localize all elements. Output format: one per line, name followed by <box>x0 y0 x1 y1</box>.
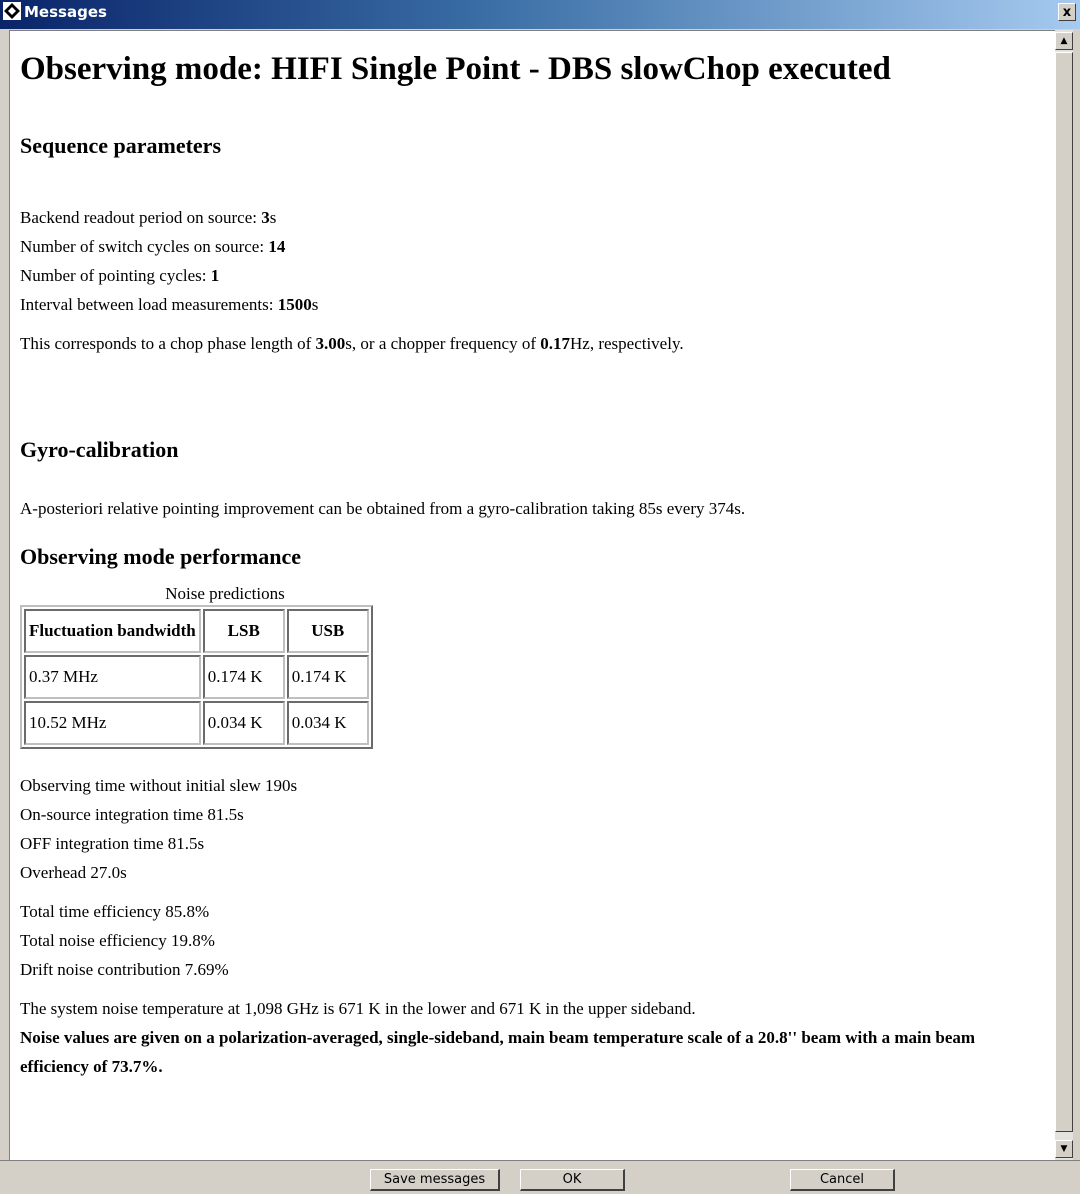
noise-table-caption: Noise predictions <box>165 584 285 603</box>
noise-predictions: Noise predictions Fluctuation bandwidth … <box>20 571 430 749</box>
sequence-parameters: Backend readout period on source: 3s Num… <box>20 203 1056 319</box>
noise-note: Noise values are given on a polarization… <box>20 1028 976 1076</box>
table-cell: 0.37 MHz <box>24 655 201 699</box>
noise-table: Fluctuation bandwidth LSB USB 0.37 MHz 0… <box>20 605 373 749</box>
window-title: Messages <box>24 3 107 21</box>
ok-button[interactable]: OK <box>520 1169 625 1191</box>
time-line: OFF integration time 81.5s <box>20 834 205 853</box>
performance-heading: Observing mode performance <box>20 544 302 569</box>
time-line: Overhead 27.0s <box>20 863 127 882</box>
efficiency-line: Total noise efficiency 19.8% <box>20 931 215 950</box>
diamond-app-icon <box>3 2 21 20</box>
system-noise-text: The system noise temperature at 1,098 GH… <box>20 999 696 1018</box>
table-cell: 0.034 K <box>202 701 285 745</box>
pointing-cycles-line: Number of pointing cycles: 1 <box>20 266 220 285</box>
page-title: Observing mode: HIFI Single Point - DBS … <box>20 51 891 87</box>
column-header: LSB <box>202 609 285 653</box>
switch-cycles-line: Number of switch cycles on source: 14 <box>20 237 286 256</box>
gyro-calibration-text: A-posteriori relative pointing improveme… <box>20 499 746 518</box>
efficiency-line: Drift noise contribution 7.69% <box>20 960 229 979</box>
title-bar[interactable]: Messages x <box>0 0 1080 29</box>
time-line: Observing time without initial slew 190s <box>20 776 298 795</box>
load-interval-line: Interval between load measurements: 1500… <box>20 295 319 314</box>
sequence-parameters-heading: Sequence parameters <box>20 133 222 158</box>
arrow-up-icon[interactable]: ▲ <box>1055 32 1073 50</box>
scrollbar-thumb[interactable] <box>1055 52 1073 1132</box>
efficiency-line: Total time efficiency 85.8% <box>20 902 210 921</box>
arrow-down-icon[interactable]: ▼ <box>1055 1140 1073 1158</box>
button-bar: Save messages OK Cancel <box>0 1160 1080 1194</box>
close-button[interactable]: x <box>1058 3 1076 21</box>
messages-pane[interactable]: Observing mode: HIFI Single Point - DBS … <box>9 30 1056 1161</box>
table-row: 0.37 MHz 0.174 K 0.174 K <box>24 655 369 699</box>
column-header: USB <box>286 609 369 653</box>
table-cell: 0.174 K <box>202 655 285 699</box>
save-messages-button[interactable]: Save messages <box>370 1169 500 1191</box>
time-line: On-source integration time 81.5s <box>20 805 244 824</box>
efficiency-summary: Total time efficiency 85.8% Total noise … <box>20 897 1056 984</box>
vertical-scrollbar[interactable]: ▲ ▼ <box>1055 30 1073 1160</box>
chop-summary: This corresponds to a chop phase length … <box>20 334 684 353</box>
table-row: 10.52 MHz 0.034 K 0.034 K <box>24 701 369 745</box>
timing-summary: Observing time without initial slew 190s… <box>20 771 1056 887</box>
gyro-calibration-heading: Gyro-calibration <box>20 437 179 462</box>
column-header: Fluctuation bandwidth <box>24 609 201 653</box>
readout-line: Backend readout period on source: 3s <box>20 208 277 227</box>
table-cell: 10.52 MHz <box>24 701 201 745</box>
table-cell: 0.174 K <box>286 655 369 699</box>
table-header-row: Fluctuation bandwidth LSB USB <box>24 609 369 653</box>
table-cell: 0.034 K <box>286 701 369 745</box>
cancel-button[interactable]: Cancel <box>790 1169 895 1191</box>
